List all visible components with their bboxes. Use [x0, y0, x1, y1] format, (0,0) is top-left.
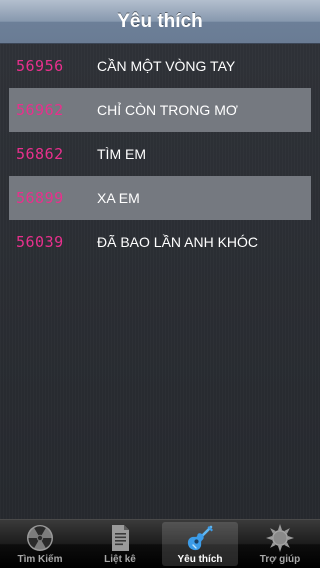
- list-item[interactable]: 56899 XA EM: [0, 176, 320, 220]
- tab-search[interactable]: Tìm Kiếm: [0, 520, 80, 568]
- tab-label: Liệt kê: [104, 554, 136, 565]
- favorites-list: 56956 CẦN MỘT VÒNG TAY 56962 CHỈ CÒN TRO…: [0, 44, 320, 264]
- song-code: 56862: [16, 145, 64, 163]
- list-document-icon: [112, 525, 129, 551]
- tab-bar: Tìm Kiếm Liệt kê Yêu thích Trợ giúp: [0, 519, 320, 568]
- tab-list[interactable]: Liệt kê: [80, 520, 160, 568]
- song-title: CẦN MỘT VÒNG TAY: [97, 58, 236, 74]
- tab-favorites[interactable]: Yêu thích: [160, 520, 240, 568]
- song-title: TÌM EM: [97, 146, 146, 162]
- navigation-bar: Yêu thích: [0, 0, 320, 44]
- song-title: ĐÃ BAO LẦN ANH KHÓC: [97, 234, 259, 250]
- tab-label: Trợ giúp: [259, 554, 301, 565]
- tab-help[interactable]: Trợ giúp: [240, 520, 320, 568]
- sun-gear-icon: [266, 524, 294, 552]
- tab-label: Tìm Kiếm: [17, 554, 63, 565]
- song-code: 56962: [16, 101, 64, 119]
- song-code: 56956: [16, 57, 64, 75]
- list-item[interactable]: 56862 TÌM EM: [0, 132, 320, 176]
- page-title: Yêu thích: [117, 10, 203, 32]
- list-item[interactable]: 56962 CHỈ CÒN TRONG MƠ: [0, 88, 320, 132]
- song-title: CHỈ CÒN TRONG MƠ: [97, 102, 238, 118]
- guitar-icon: [187, 525, 213, 551]
- tab-label: Yêu thích: [177, 554, 223, 565]
- app-root: Yêu thích 56956 CẦN MỘT VÒNG TAY 56962 C…: [0, 0, 320, 568]
- song-title: XA EM: [97, 190, 140, 206]
- list-item[interactable]: 56039 ĐÃ BAO LẦN ANH KHÓC: [0, 220, 320, 264]
- radiation-icon: [27, 525, 53, 551]
- song-code: 56039: [16, 233, 64, 251]
- song-code: 56899: [16, 189, 64, 207]
- list-item[interactable]: 56956 CẦN MỘT VÒNG TAY: [0, 44, 320, 88]
